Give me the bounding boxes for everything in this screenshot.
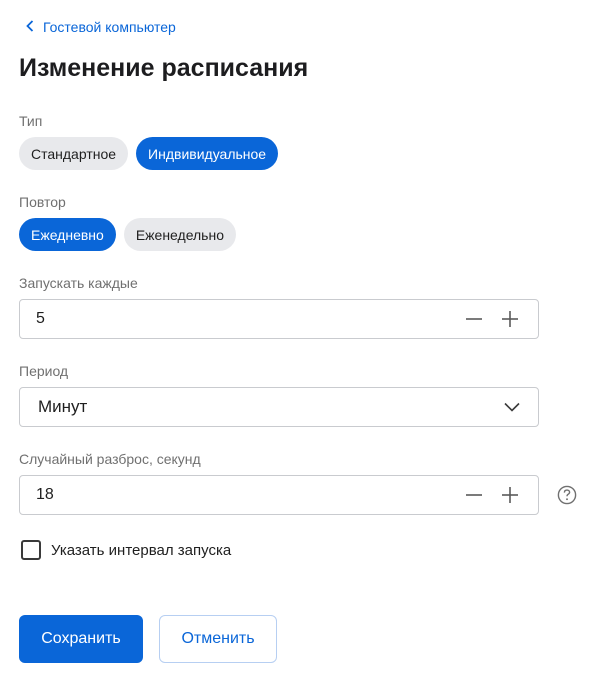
interval-checkbox[interactable] bbox=[21, 540, 41, 560]
random-spread-stepper[interactable]: 18 bbox=[19, 475, 539, 515]
interval-checkbox-label: Указать интервал запуска bbox=[51, 541, 232, 559]
cancel-button[interactable]: Отменить bbox=[159, 615, 277, 663]
run-every-stepper[interactable]: 5 bbox=[19, 299, 539, 339]
minus-icon[interactable] bbox=[460, 481, 488, 509]
page-title: Изменение расписания bbox=[19, 54, 309, 82]
repeat-options: Ежедневно Еженедельно bbox=[19, 218, 236, 251]
back-link-label: Гостевой компьютер bbox=[43, 19, 176, 35]
schedule-edit-page: Гостевой компьютер Изменение расписания … bbox=[0, 0, 591, 678]
plus-icon[interactable] bbox=[496, 481, 524, 509]
minus-icon[interactable] bbox=[460, 305, 488, 333]
chevron-left-icon bbox=[26, 19, 43, 35]
back-link[interactable]: Гостевой компьютер bbox=[26, 19, 176, 35]
type-standard-chip[interactable]: Стандартное bbox=[19, 137, 129, 170]
random-spread-label: Случайный разброс, секунд bbox=[19, 451, 201, 467]
repeat-weekly-chip[interactable]: Еженедельно bbox=[123, 218, 236, 251]
type-label: Тип bbox=[19, 113, 43, 129]
repeat-daily-chip[interactable]: Ежедневно bbox=[19, 218, 116, 251]
run-every-stepper-controls bbox=[460, 305, 524, 333]
period-select[interactable]: Минут bbox=[19, 387, 539, 427]
interval-checkbox-row[interactable]: Указать интервал запуска bbox=[21, 540, 231, 560]
repeat-label: Повтор bbox=[19, 194, 66, 210]
type-individual-chip[interactable]: Индвивидуальное bbox=[136, 137, 279, 170]
period-label: Период bbox=[19, 363, 69, 379]
random-spread-value[interactable]: 18 bbox=[20, 486, 460, 504]
plus-icon[interactable] bbox=[496, 305, 524, 333]
type-options: Стандартное Индвивидуальное bbox=[19, 137, 279, 170]
run-every-value[interactable]: 5 bbox=[20, 310, 460, 328]
save-button[interactable]: Сохранить bbox=[19, 615, 143, 663]
random-spread-stepper-controls bbox=[460, 481, 524, 509]
period-selected-value: Минут bbox=[38, 397, 88, 416]
run-every-label: Запускать каждые bbox=[19, 275, 138, 291]
chevron-down-icon[interactable] bbox=[504, 402, 520, 412]
question-circle-icon[interactable] bbox=[557, 485, 577, 505]
